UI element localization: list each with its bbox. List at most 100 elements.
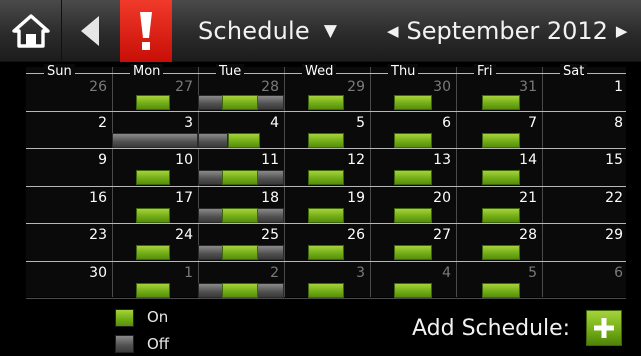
schedule-on-bar — [136, 245, 170, 260]
day-cell[interactable]: 6 — [542, 261, 628, 298]
day-number: 5 — [528, 264, 537, 281]
legend-off-swatch — [115, 335, 134, 353]
day-number: 30 — [89, 264, 107, 281]
day-number: 4 — [442, 264, 451, 281]
legend-off-label: Off — [147, 335, 170, 353]
day-number: 6 — [442, 114, 451, 131]
add-schedule-label: Add Schedule: — [412, 316, 571, 341]
day-cell[interactable]: 2 — [26, 111, 112, 148]
day-number: 22 — [605, 189, 623, 206]
schedule-on-bar — [308, 282, 344, 298]
day-number: 20 — [433, 189, 451, 206]
day-cell[interactable]: 22 — [542, 186, 628, 223]
schedule-on-bar — [482, 170, 520, 185]
home-button[interactable] — [0, 0, 62, 62]
day-number: 11 — [261, 152, 279, 168]
back-button[interactable] — [62, 0, 118, 62]
schedule-on-bar — [482, 282, 520, 298]
day-number: 21 — [519, 189, 537, 206]
day-cell[interactable]: 8 — [542, 111, 628, 148]
schedule-on-bar — [482, 207, 520, 223]
day-number: 16 — [89, 189, 107, 206]
day-number: 27 — [433, 227, 451, 243]
schedule-on-bar — [308, 207, 344, 223]
dropdown-caret-icon: ▼ — [323, 21, 338, 41]
day-number: 1 — [614, 79, 623, 95]
schedule-off-bar — [112, 132, 198, 148]
schedule-on-bar — [394, 245, 432, 260]
day-number: 2 — [270, 264, 279, 281]
schedule-dropdown[interactable]: Schedule ▼ — [198, 0, 337, 62]
day-number: 28 — [261, 79, 279, 95]
home-icon — [11, 14, 50, 48]
schedule-on-bar — [394, 282, 432, 298]
day-number: 31 — [519, 79, 537, 95]
day-cell[interactable]: 30 — [26, 261, 112, 298]
schedule-on-bar — [136, 207, 170, 223]
month-navigator: ◀ September 2012 ▶ — [381, 0, 633, 62]
schedule-on-bar — [394, 170, 432, 185]
alert-icon — [140, 12, 152, 50]
schedule-off-bar — [198, 132, 228, 148]
schedule-on-bar — [222, 95, 258, 110]
day-number: 6 — [614, 264, 623, 281]
schedule-on-bar — [308, 95, 344, 110]
schedule-on-bar — [482, 245, 520, 260]
day-cell[interactable]: 26 — [26, 73, 112, 110]
add-schedule-button[interactable] — [586, 310, 622, 346]
day-number: 23 — [89, 227, 107, 243]
row-divider — [26, 298, 626, 299]
day-number: 10 — [175, 152, 193, 168]
day-number: 28 — [519, 227, 537, 243]
day-number: 2 — [98, 114, 107, 131]
day-number: 25 — [261, 227, 279, 243]
day-cell[interactable]: 15 — [542, 148, 628, 185]
day-number: 14 — [519, 152, 537, 168]
calendar-grid: Sun Mon Tue Wed Thu Fri Sat 26 27 28 29 30 31 1 2 3 4 5 6 7… — [26, 64, 628, 299]
day-number: 13 — [433, 152, 451, 168]
day-number: 26 — [347, 227, 365, 243]
schedule-on-bar — [308, 170, 344, 185]
schedule-on-bar — [222, 207, 258, 223]
day-number: 15 — [605, 152, 623, 168]
day-cell[interactable]: 29 — [542, 223, 628, 260]
day-number: 4 — [270, 114, 279, 131]
schedule-on-bar — [308, 132, 344, 148]
day-number: 18 — [261, 189, 279, 206]
day-cell[interactable]: 23 — [26, 223, 112, 260]
schedule-on-bar — [482, 95, 520, 110]
day-number: 1 — [184, 264, 193, 281]
schedule-on-bar — [228, 132, 260, 148]
schedule-on-bar — [222, 170, 258, 185]
day-number: 8 — [614, 114, 623, 131]
schedule-on-bar — [136, 95, 170, 110]
month-label: September 2012 — [406, 17, 608, 45]
schedule-label: Schedule — [198, 17, 310, 45]
plus-icon — [594, 318, 614, 338]
day-number: 3 — [184, 114, 193, 131]
day-cell[interactable]: 9 — [26, 148, 112, 185]
prev-month-icon[interactable]: ◀ — [381, 22, 405, 40]
schedule-on-bar — [394, 95, 432, 110]
back-icon — [81, 16, 99, 46]
top-bar: Schedule ▼ ◀ September 2012 ▶ — [0, 0, 641, 62]
schedule-on-bar — [308, 245, 344, 260]
schedule-on-bar — [222, 282, 258, 298]
day-number: 7 — [528, 114, 537, 131]
schedule-on-bar — [394, 207, 432, 223]
day-number: 19 — [347, 189, 365, 206]
day-number: 9 — [98, 152, 107, 168]
day-number: 5 — [356, 114, 365, 131]
schedule-on-bar — [136, 282, 170, 298]
day-number: 27 — [175, 79, 193, 95]
next-month-icon[interactable]: ▶ — [610, 22, 634, 40]
day-number: 24 — [175, 227, 193, 243]
day-number: 29 — [347, 79, 365, 95]
day-number: 30 — [433, 79, 451, 95]
schedule-on-bar — [482, 132, 520, 148]
day-cell[interactable]: 1 — [542, 73, 628, 110]
alert-button[interactable] — [120, 0, 172, 62]
schedule-on-bar — [394, 132, 432, 148]
day-number: 29 — [605, 227, 623, 243]
day-cell[interactable]: 16 — [26, 186, 112, 223]
